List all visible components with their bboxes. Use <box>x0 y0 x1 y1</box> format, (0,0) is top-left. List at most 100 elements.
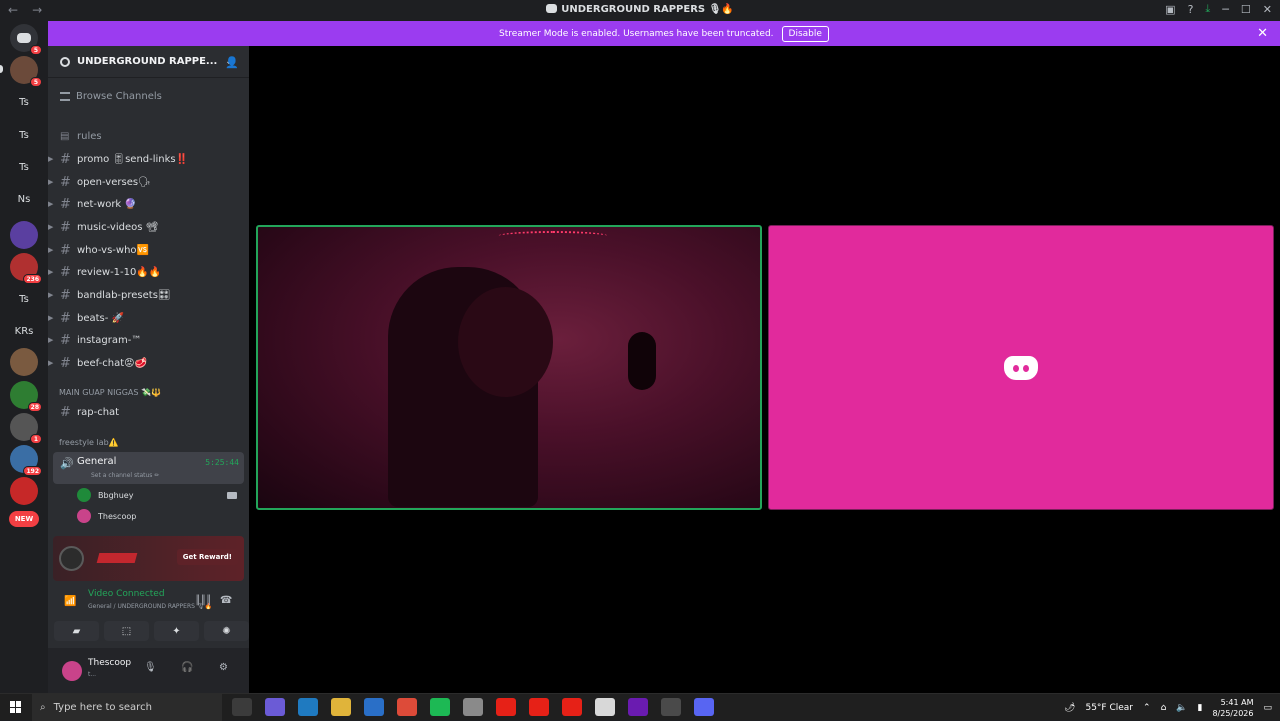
help-icon[interactable]: ? <box>1188 3 1194 16</box>
video-tile-avatar[interactable] <box>768 225 1274 510</box>
thread-arrow-icon[interactable]: ▶ <box>48 268 53 276</box>
voice-connected-location[interactable]: General / UNDERGROUND RAPPERS 🎙🔥 <box>88 603 212 610</box>
voice-channel-general[interactable]: 🔊 General 5:25:44 Set a channel status ✏ <box>53 452 244 484</box>
channel-item[interactable]: ▶ # open-verses🗣 <box>48 172 249 192</box>
screen-share-button[interactable]: ⬚ <box>104 621 149 641</box>
channel-item[interactable]: ▶ # promo 🎚send-links‼️ <box>48 149 249 169</box>
channel-item[interactable]: ▶ # beats- 🚀 <box>48 308 249 328</box>
thread-arrow-icon[interactable]: ▶ <box>48 359 53 367</box>
edge-icon[interactable] <box>298 698 318 716</box>
clock[interactable]: 5:41 AM 8/25/2026 <box>1212 697 1253 719</box>
notifications-icon[interactable]: ▭ <box>1263 703 1272 713</box>
server-icon[interactable]: Ts <box>10 153 38 181</box>
activities-button[interactable]: ✦ <box>154 621 199 641</box>
download-icon[interactable]: ⤓ <box>1205 2 1210 16</box>
server-icon[interactable]: 28 <box>10 381 42 412</box>
minimize-button[interactable]: ─ <box>1222 3 1229 16</box>
channel-item[interactable]: ▶ # music-videos 📽 <box>48 217 249 237</box>
channel-item[interactable]: ▶ # beef-chat😡🥩 <box>48 353 249 373</box>
set-channel-status[interactable]: Set a channel status ✏ <box>91 472 159 479</box>
server-icon[interactable]: Ts <box>10 121 38 149</box>
taskbar-search[interactable]: ⌕ Type here to search <box>32 694 222 721</box>
yahoo-icon[interactable] <box>628 698 648 716</box>
maximize-button[interactable]: ☐ <box>1241 3 1251 16</box>
soundboard-button[interactable]: ✺ <box>204 621 249 641</box>
channel-item[interactable]: ▶ # bandlab-presets🎛 <box>48 285 249 305</box>
chrome-icon[interactable] <box>397 698 417 716</box>
banner-text: Streamer Mode is enabled. Usernames have… <box>499 28 774 39</box>
snapchat-icon[interactable] <box>595 698 615 716</box>
server-icon[interactable]: Ns <box>10 185 38 213</box>
thread-arrow-icon[interactable]: ▶ <box>48 336 53 344</box>
channel-item[interactable]: ▶ # who-vs-who🆚 <box>48 240 249 260</box>
category-main[interactable]: MAIN GUAP NIGGAS 💸🔱 <box>59 388 161 397</box>
task-view-icon[interactable] <box>232 698 252 716</box>
channel-item[interactable]: ▤ rules <box>48 126 249 146</box>
obs-icon[interactable] <box>661 698 681 716</box>
close-button[interactable]: ✕ <box>1263 3 1272 16</box>
youtube-icon[interactable] <box>562 698 582 716</box>
server-icon[interactable] <box>10 477 38 505</box>
chevron-up-icon[interactable]: ⌃ <box>1143 703 1151 713</box>
channel-item[interactable]: ▶ # review-1-10🔥🔥 <box>48 262 249 282</box>
thread-arrow-icon[interactable]: ▶ <box>48 223 53 231</box>
thread-arrow-icon[interactable]: ▶ <box>48 178 53 186</box>
home-discord-icon[interactable]: 5 <box>10 24 42 55</box>
thread-arrow-icon[interactable]: ▶ <box>48 200 53 208</box>
server-icon[interactable]: 236 <box>10 253 42 284</box>
close-banner-icon[interactable]: ✕ <box>1257 26 1268 41</box>
discord-icon <box>17 33 31 43</box>
weather-icon[interactable]: 🌶 <box>1064 703 1075 713</box>
channel-rap-chat[interactable]: # rap-chat <box>48 402 249 422</box>
discord-icon[interactable] <box>694 698 714 716</box>
headphones-icon[interactable]: 🎧 <box>181 662 193 673</box>
voice-user[interactable]: Thescoop <box>77 506 247 526</box>
video-tile-camera[interactable] <box>256 225 762 510</box>
outlook-icon[interactable] <box>364 698 384 716</box>
camera-off-button[interactable]: ▰ <box>54 621 99 641</box>
thread-arrow-icon[interactable]: ▶ <box>48 314 53 322</box>
invite-people-icon[interactable]: 👤 <box>225 56 239 69</box>
microphone-icon[interactable]: 🎙 <box>144 662 157 673</box>
copilot-icon[interactable] <box>265 698 285 716</box>
category-freestyle[interactable]: freestyle lab⚠️ <box>59 438 119 447</box>
server-icon[interactable] <box>10 221 38 249</box>
windows-start-icon[interactable] <box>10 701 22 713</box>
server-icon[interactable]: Ts <box>10 88 38 116</box>
network-icon[interactable]: ⌂ <box>1161 703 1167 713</box>
thread-arrow-icon[interactable]: ▶ <box>48 246 53 254</box>
channel-item[interactable]: ▶ # instagram-™ <box>48 330 249 350</box>
settings-gear-icon[interactable]: ⚙ <box>219 662 228 673</box>
hash-icon: # <box>60 404 71 420</box>
server-icon[interactable] <box>10 348 38 376</box>
disable-streamer-mode-button[interactable]: Disable <box>781 25 829 42</box>
youtube-icon[interactable] <box>529 698 549 716</box>
spotify-icon[interactable] <box>430 698 450 716</box>
server-icon[interactable]: 192 <box>10 445 42 476</box>
server-icon[interactable]: 1 <box>10 413 42 444</box>
file-explorer-icon[interactable] <box>331 698 351 716</box>
voice-user[interactable]: Bbghuey <box>77 485 247 505</box>
youtube-icon[interactable] <box>496 698 516 716</box>
reward-promo[interactable]: Get Reward! <box>53 536 244 581</box>
app-icon[interactable] <box>463 698 483 716</box>
volume-icon[interactable]: 🔈 <box>1176 703 1187 713</box>
guild-header[interactable]: UNDERGROUND RAPPE... ⌄ 👤 <box>48 46 249 78</box>
server-icon[interactable]: Ts <box>10 285 38 313</box>
battery-icon[interactable]: ▮ <box>1198 703 1203 713</box>
weather-text[interactable]: 55°F Clear <box>1085 703 1133 713</box>
browse-channels[interactable]: Browse Channels <box>60 91 162 102</box>
avatar[interactable] <box>62 661 82 681</box>
server-icon[interactable]: 5 <box>10 56 42 87</box>
noise-suppression-icon[interactable]: ║║║ <box>195 596 211 606</box>
thread-arrow-icon[interactable]: ▶ <box>48 155 53 163</box>
disconnect-icon[interactable]: ☎ <box>220 595 232 606</box>
get-reward-button[interactable]: Get Reward! <box>176 549 238 565</box>
inbox-icon[interactable]: ▣ <box>1165 3 1175 16</box>
server-icon[interactable]: KRs <box>10 317 38 345</box>
thread-arrow-icon[interactable]: ▶ <box>48 291 53 299</box>
voice-connected-status[interactable]: Video Connected <box>88 589 165 599</box>
channel-item[interactable]: ▶ # net-work 🔮 <box>48 194 249 214</box>
signal-icon[interactable]: 📶 <box>64 596 76 607</box>
new-badge[interactable]: NEW <box>9 511 39 527</box>
